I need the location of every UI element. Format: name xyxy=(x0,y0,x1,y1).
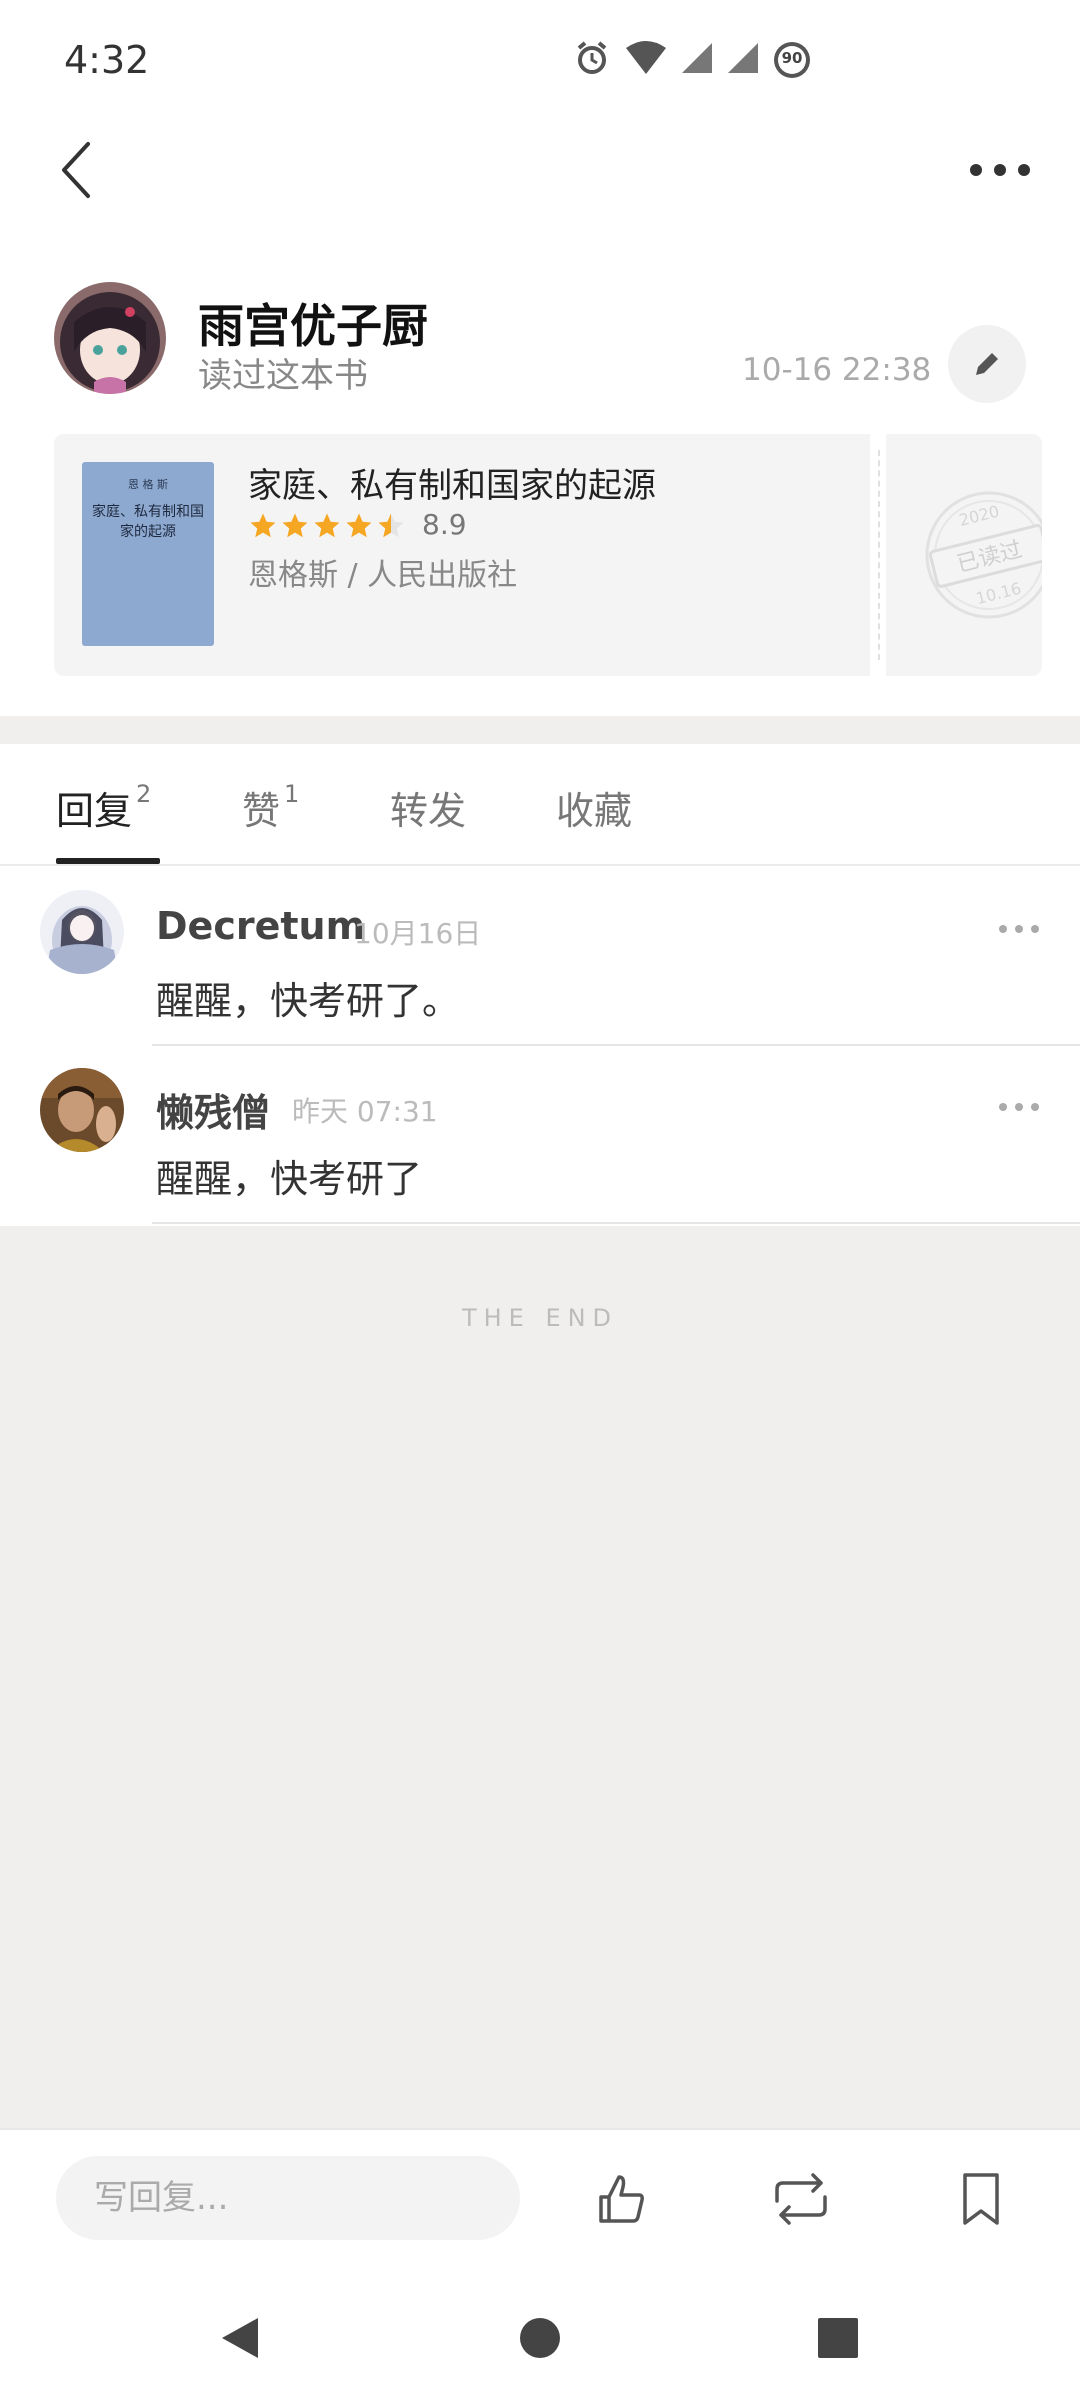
bookmark-button[interactable] xyxy=(936,2154,1026,2244)
chevron-left-icon xyxy=(62,142,90,198)
wifi-icon xyxy=(624,40,668,80)
nav-recents-button[interactable] xyxy=(798,2298,878,2378)
reply-input[interactable] xyxy=(56,2156,520,2240)
tab-likes[interactable]: 赞1 xyxy=(242,780,299,835)
post-action: 读过这本书 xyxy=(198,356,368,396)
comment-more-button[interactable] xyxy=(994,904,1044,954)
system-nav-bar xyxy=(0,2268,1080,2400)
back-button[interactable] xyxy=(48,130,104,210)
top-bar xyxy=(0,120,1080,210)
thumbs-up-icon xyxy=(599,2175,644,2223)
signal-icon-2 xyxy=(726,41,760,79)
book-author-publisher: 恩格斯 / 人民出版社 xyxy=(248,558,518,593)
book-title: 家庭、私有制和国家的起源 xyxy=(248,466,656,506)
cover-title: 家庭、私有制和国家的起源 xyxy=(92,504,204,540)
comment-time: 10月16日 xyxy=(354,917,482,950)
edit-button[interactable] xyxy=(948,325,1026,403)
username[interactable]: 雨宫优子厨 xyxy=(198,290,428,356)
more-horizontal-icon xyxy=(999,1103,1039,1111)
section-divider xyxy=(0,716,1080,744)
post-header: 雨宫优子厨 读过这本书 10-16 22:38 xyxy=(0,270,1080,420)
book-cover: 恩 格 斯 家庭、私有制和国家的起源 xyxy=(82,462,214,646)
interaction-tabs: 回复 2 赞1 转发 收藏 xyxy=(0,744,1080,866)
bottom-action-bar xyxy=(0,2128,1080,2268)
status-bar: 4:32 90 xyxy=(0,0,1080,120)
post-timestamp: 10-16 22:38 xyxy=(742,352,932,388)
repost-icon xyxy=(775,2173,827,2225)
tab-reposts[interactable]: 转发 xyxy=(390,780,466,835)
comment-text: 醒醒，快考研了。 xyxy=(156,979,461,1023)
tab-label: 转发 xyxy=(390,789,467,833)
signal-icon xyxy=(680,41,714,79)
tab-label: 收藏 xyxy=(556,789,633,833)
comment-separator xyxy=(152,1222,1080,1224)
comment-author[interactable]: 懒残僧 xyxy=(156,1082,270,1137)
rating-stars xyxy=(248,506,406,546)
alarm-icon xyxy=(572,38,612,82)
avatar[interactable] xyxy=(40,1068,124,1152)
tab-label: 赞 xyxy=(242,789,281,833)
comment-author[interactable]: Decretum xyxy=(156,904,365,948)
stamp-year: 2020 xyxy=(957,502,1001,530)
tab-collections[interactable]: 收藏 xyxy=(556,780,632,835)
tab-count: 2 xyxy=(136,780,152,809)
cover-author: 恩 格 斯 xyxy=(128,478,168,491)
circle-home-icon xyxy=(520,2318,560,2358)
more-button[interactable] xyxy=(960,130,1040,210)
half-star-icon xyxy=(378,513,404,538)
status-icons: 90 xyxy=(572,38,812,82)
bookmark-icon xyxy=(963,2173,999,2225)
book-card[interactable]: 恩 格 斯 家庭、私有制和国家的起源 家庭、私有制和国家的起源 8.9 恩格斯 … xyxy=(54,434,1042,676)
pencil-icon xyxy=(976,353,998,375)
star-icon xyxy=(250,513,276,538)
battery-level: 90 xyxy=(781,49,803,67)
book-card-stub: 2020 已读过 10.16 xyxy=(886,434,1042,676)
triangle-back-icon xyxy=(222,2318,258,2358)
comment-text: 醒醒，快考研了 xyxy=(156,1157,423,1201)
comment-item[interactable]: Decretum 10月16日 醒醒，快考研了。 xyxy=(0,868,1080,1046)
avatar[interactable] xyxy=(54,282,166,394)
read-stamp: 2020 已读过 10.16 xyxy=(925,491,1042,619)
battery-icon: 90 xyxy=(772,40,812,80)
more-horizontal-icon xyxy=(999,925,1039,933)
repost-button[interactable] xyxy=(756,2154,846,2244)
comment-item[interactable]: 懒残僧 昨天 07:31 醒醒，快考研了 xyxy=(0,1046,1080,1224)
ticket-divider xyxy=(878,450,880,660)
comment-time: 昨天 07:31 xyxy=(292,1095,438,1128)
the-end-label: THE END xyxy=(461,1304,619,1332)
end-area: THE END xyxy=(0,1226,1080,2128)
active-tab-indicator xyxy=(56,858,160,864)
avatar[interactable] xyxy=(40,890,124,974)
comment-more-button[interactable] xyxy=(994,1082,1044,1132)
tab-replies[interactable]: 回复 2 xyxy=(56,780,151,835)
book-rating: 8.9 xyxy=(422,508,467,541)
star-icon xyxy=(314,513,340,538)
star-icon xyxy=(282,513,308,538)
status-time: 4:32 xyxy=(64,38,150,82)
nav-home-button[interactable] xyxy=(500,2298,580,2378)
square-recents-icon xyxy=(818,2318,858,2358)
like-button[interactable] xyxy=(576,2154,666,2244)
star-icon xyxy=(346,513,372,538)
stamp-date: 10.16 xyxy=(974,579,1023,609)
tab-label: 回复 xyxy=(56,789,133,833)
tab-count: 1 xyxy=(284,780,300,809)
nav-back-button[interactable] xyxy=(200,2298,280,2378)
more-horizontal-icon xyxy=(970,164,1030,176)
book-card-main[interactable]: 恩 格 斯 家庭、私有制和国家的起源 家庭、私有制和国家的起源 8.9 恩格斯 … xyxy=(54,434,870,676)
